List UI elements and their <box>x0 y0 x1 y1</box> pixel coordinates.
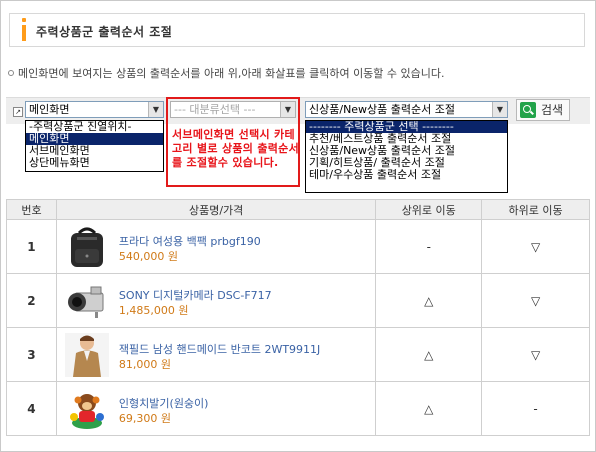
product-price: 81,000 원 <box>118 358 172 371</box>
category-select[interactable]: --- 대분류선택 --- ▼ <box>170 101 296 118</box>
bullet-icon <box>8 70 14 76</box>
table-header-row: 번호 상품명/가격 상위로 이동 하위로 이동 <box>6 199 590 220</box>
dropdown-option[interactable]: -주력상품군 진열위치- <box>26 121 163 133</box>
product-name[interactable]: SONY 디지털카메라 DSC-F717 <box>119 287 272 303</box>
notice-text: 서브메인화면 선택시 카테고리 별로 상품의 출력순서를 조절할수 있습니다. <box>172 128 300 169</box>
product-name[interactable]: 인형치발기(원숭이) <box>119 395 209 411</box>
move-down-cell: - <box>481 381 590 436</box>
group-select-value: 신상품/New상품 출력순서 조절 <box>309 103 456 116</box>
header-no: 번호 <box>6 199 57 220</box>
product-cell: 잭필드 남성 핸드메이드 반코트 2WT9911J 81,000 원 <box>55 327 377 382</box>
camera-image <box>67 286 104 318</box>
row-number: 2 <box>6 273 57 328</box>
chevron-down-icon[interactable]: ▼ <box>280 102 295 117</box>
backpack-image <box>70 227 103 267</box>
move-up-button[interactable]: △ <box>375 327 483 382</box>
move-up-cell: - <box>375 219 483 274</box>
description: 메인화면에 보여지는 상품의 출력순서를 아래 위,아래 화살표를 클릭하여 이… <box>8 65 445 81</box>
header-move-up: 상위로 이동 <box>375 199 483 220</box>
move-down-button[interactable]: ▽ <box>481 219 590 274</box>
product-price: 69,300 원 <box>118 412 172 425</box>
header-product: 상품명/가격 <box>55 199 377 220</box>
location-dropdown-list: -주력상품군 진열위치- 메인화면 서브메인화면 상단메뉴화면 <box>25 120 164 172</box>
product-price: 1,485,000 원 <box>118 304 189 317</box>
coat-model-image <box>64 333 109 377</box>
dropdown-option-selected[interactable]: -------- 주력상품군 선택 -------- <box>306 121 507 133</box>
chevron-down-icon[interactable]: ▼ <box>492 102 507 117</box>
category-select-value: --- 대분류선택 --- <box>174 103 256 116</box>
product-name[interactable]: 잭필드 남성 핸드메이드 반코트 2WT9911J <box>119 341 320 357</box>
product-cell: 인형치발기(원숭이) 69,300 원 <box>55 381 377 436</box>
table-row: 3 잭필드 남성 핸드메이드 반코트 2WT9911J 81,000 원 △ ▽ <box>6 327 590 382</box>
search-button[interactable]: 검색 <box>516 99 570 121</box>
move-up-button[interactable]: △ <box>375 381 483 436</box>
dropdown-option[interactable]: 추천/베스트상품 출력순서 조절 <box>306 133 507 145</box>
dropdown-option[interactable]: 기획/히트상품/ 출력순서 조절 <box>306 157 507 169</box>
row-number: 3 <box>6 327 57 382</box>
info-icon <box>18 18 30 42</box>
table-row: 2 SONY 디지털카메라 DSC-F717 1,485,000 원 △ ▽ <box>6 273 590 328</box>
product-cell: SONY 디지털카메라 DSC-F717 1,485,000 원 <box>55 273 377 328</box>
dropdown-option[interactable]: 테마/우수상품 출력순서 조절 <box>306 169 507 181</box>
monkey-toy-image <box>69 394 104 429</box>
dropdown-option[interactable]: 상단메뉴화면 <box>26 157 163 169</box>
location-select[interactable]: 메인화면 ▼ <box>25 101 164 118</box>
header-move-down: 하위로 이동 <box>481 199 590 220</box>
move-up-button[interactable]: △ <box>375 273 483 328</box>
product-order-table: 번호 상품명/가격 상위로 이동 하위로 이동 1 프라다 여성용 백팩 prb… <box>6 199 590 436</box>
dropdown-option[interactable]: 서브메인화면 <box>26 145 163 157</box>
chevron-down-icon[interactable]: ▼ <box>148 102 163 117</box>
table-row: 1 프라다 여성용 백팩 prbgf190 540,000 원 - ▽ <box>6 219 590 274</box>
location-select-value: 메인화면 <box>29 103 70 116</box>
move-down-button[interactable]: ▽ <box>481 273 590 328</box>
description-text: 메인화면에 보여지는 상품의 출력순서를 아래 위,아래 화살표를 클릭하여 이… <box>18 67 445 80</box>
page-header: 주력상품군 출력순서 조절 <box>9 13 585 47</box>
dropdown-option-selected[interactable]: 메인화면 <box>26 133 163 145</box>
product-price: 540,000 원 <box>118 250 179 263</box>
move-down-button[interactable]: ▽ <box>481 327 590 382</box>
search-icon <box>520 102 536 118</box>
row-number: 4 <box>6 381 57 436</box>
page-title: 주력상품군 출력순서 조절 <box>36 25 173 39</box>
dropdown-option[interactable]: 신상품/New상품 출력순서 조절 <box>306 145 507 157</box>
group-dropdown-list: -------- 주력상품군 선택 -------- 추천/베스트상품 출력순서… <box>305 120 508 193</box>
table-row: 4 인형치발기(원숭이) 69,300 원 △ - <box>6 381 590 436</box>
product-cell: 프라다 여성용 백팩 prbgf190 540,000 원 <box>55 219 377 274</box>
group-select[interactable]: 신상품/New상품 출력순서 조절 ▼ <box>305 101 508 118</box>
arrow-link-icon: ↗ <box>13 107 23 117</box>
row-number: 1 <box>6 219 57 274</box>
search-button-label: 검색 <box>541 103 564 117</box>
product-name[interactable]: 프라다 여성용 백팩 prbgf190 <box>119 233 261 249</box>
